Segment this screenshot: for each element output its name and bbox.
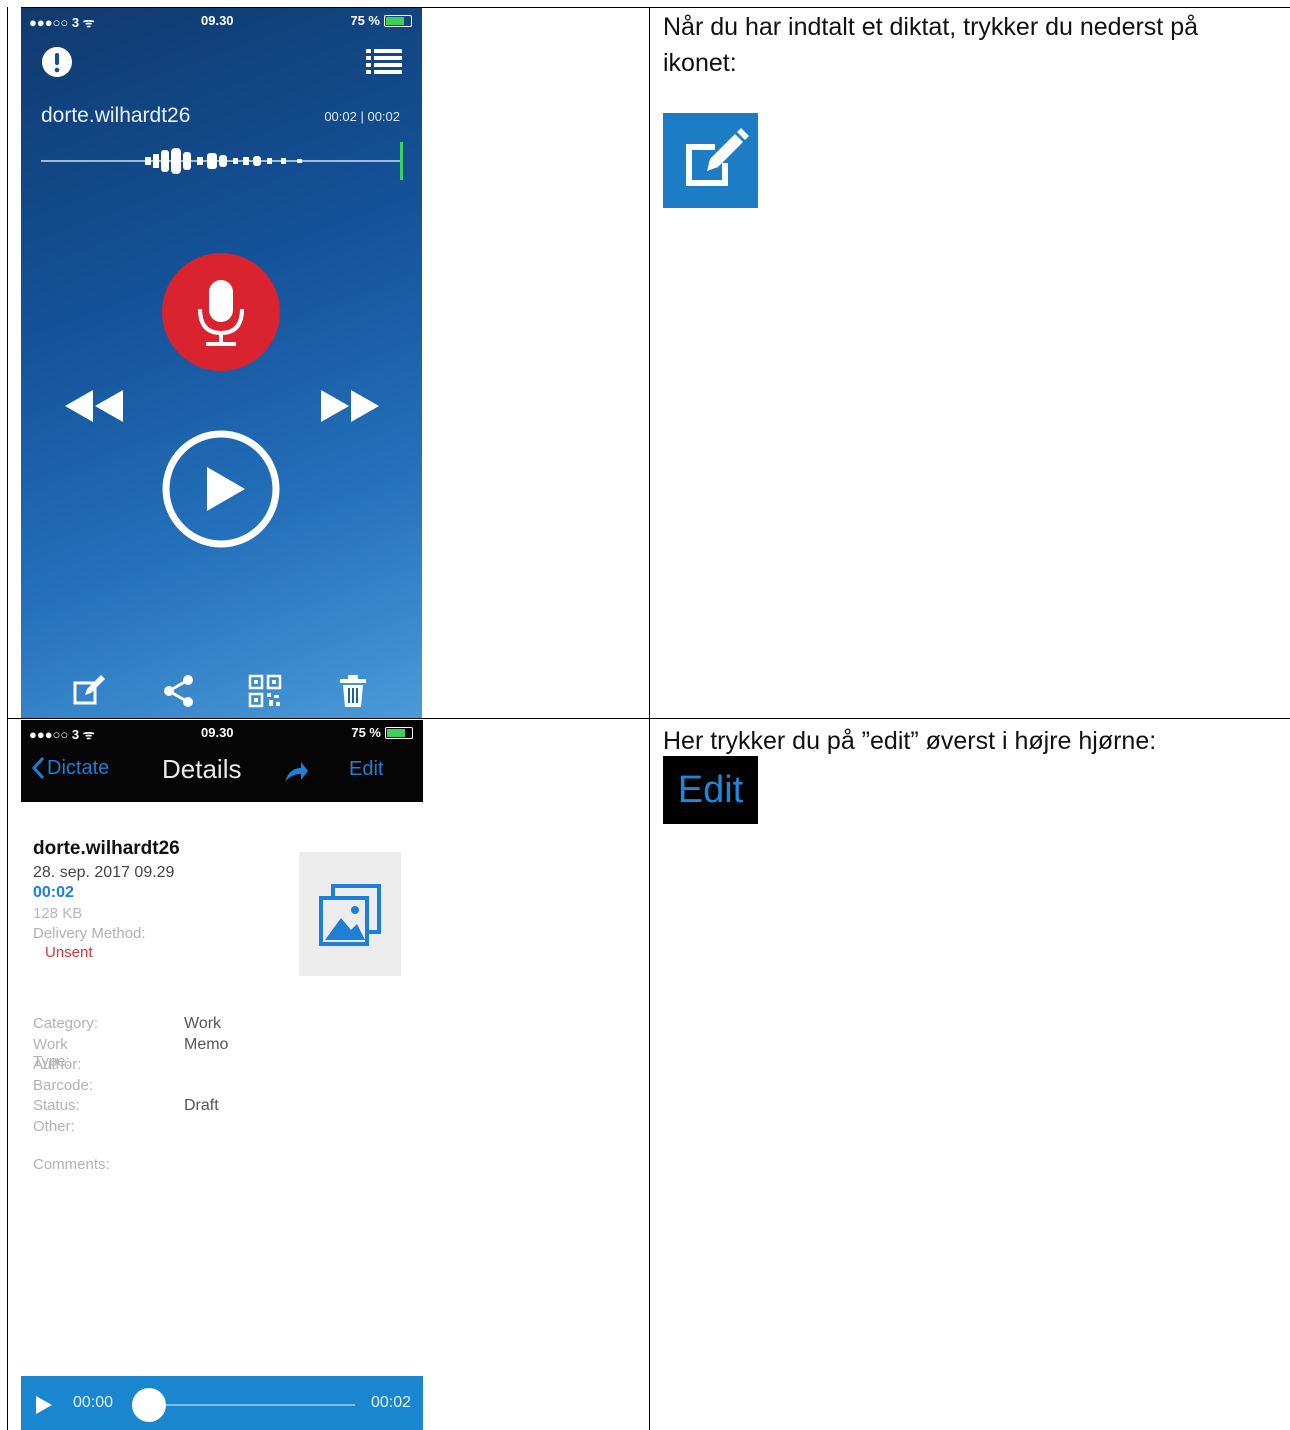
microphone-icon	[198, 280, 244, 346]
battery-icon	[385, 726, 413, 739]
battery-percent: 75 %	[350, 13, 380, 28]
image-attachment[interactable]	[299, 852, 401, 976]
forward-arrow-icon[interactable]	[283, 760, 309, 784]
battery-indicator: 75 %	[350, 13, 412, 28]
seek-track[interactable]	[149, 1404, 355, 1406]
signal-indicator: ●●●○○ 3 ᯤ	[29, 727, 95, 742]
status-time: 09.30	[201, 13, 234, 28]
play-icon[interactable]	[35, 1395, 53, 1415]
edit-icon[interactable]	[71, 673, 107, 709]
status-time: 09.30	[201, 725, 234, 740]
trash-icon[interactable]	[335, 673, 371, 709]
status-bar: ●●●○○ 3 ᯤ 09.30 75 %	[21, 720, 423, 746]
instruction-step-2: Her trykker du på ”edit” øverst i højre …	[663, 723, 1273, 759]
delivery-method-label: Delivery Method:	[33, 925, 146, 942]
rewind-icon[interactable]	[63, 386, 125, 426]
edit-icon	[686, 128, 749, 186]
edit-word-example: Edit	[663, 756, 758, 824]
play-icon[interactable]	[161, 429, 281, 549]
edit-tile	[663, 113, 758, 208]
details-screen: ●●●○○ 3 ᯤ 09.30 75 % Dictate Details Edi…	[21, 720, 423, 1430]
field-value: Memo	[184, 1035, 229, 1053]
instruction-text-2: Her trykker du på ”edit” øverst i højre …	[663, 727, 1157, 755]
comments-label: Comments:	[33, 1156, 110, 1173]
recording-time: 00:02 | 00:02	[324, 109, 400, 124]
nav-title: Details	[162, 754, 242, 784]
document-page: ●●●○○ 3 ᯤ 09.30 75 % dorte.wilhardt26 00…	[0, 0, 1290, 1430]
list-icon[interactable]	[366, 48, 402, 76]
seek-handle[interactable]	[132, 1388, 166, 1422]
image-gallery-icon	[319, 884, 381, 946]
back-label: Dictate	[47, 756, 110, 779]
dictation-name: dorte.wilhardt26	[33, 838, 180, 859]
record-button[interactable]	[162, 253, 280, 371]
dictation-duration: 00:02	[33, 884, 74, 901]
dictation-date: 28. sep. 2017 09.29	[33, 864, 175, 881]
delivery-status: Unsent	[45, 944, 93, 961]
current-time: 00:00	[73, 1394, 114, 1411]
nav-bar: Dictate Details Edit	[21, 750, 423, 796]
field-value: Work	[184, 1015, 222, 1032]
field-label: Barcode:	[33, 1076, 94, 1094]
playback-bar: 00:00 00:02	[21, 1376, 423, 1430]
battery-indicator: 75 %	[351, 725, 413, 740]
signal-indicator: ●●●○○ 3 ᯤ	[29, 15, 95, 30]
table-row-divider	[7, 718, 1290, 719]
status-bar: ●●●○○ 3 ᯤ 09.30 75 %	[21, 8, 422, 34]
instruction-text-1: Når du har indtalt et diktat, trykker du…	[663, 13, 1198, 77]
recording-name: dorte.wilhardt26	[41, 104, 191, 127]
dictation-size: 128 KB	[33, 905, 83, 922]
recorder-screen: ●●●○○ 3 ᯤ 09.30 75 % dorte.wilhardt26 00…	[21, 8, 422, 718]
edit-button[interactable]: Edit	[349, 758, 383, 781]
fast-forward-icon[interactable]	[319, 386, 381, 426]
field-label: Other:	[33, 1117, 75, 1135]
instruction-step-1: Når du har indtalt et diktat, trykker du…	[663, 9, 1273, 81]
field-label: Category:	[33, 1015, 99, 1032]
field-label: Status:	[33, 1097, 80, 1115]
waveform[interactable]	[41, 136, 405, 186]
field-label: Author:	[33, 1056, 82, 1074]
total-time: 00:02	[370, 1394, 411, 1411]
alert-icon[interactable]	[41, 46, 73, 78]
field-value: Draft	[184, 1097, 219, 1115]
qr-code-icon[interactable]	[247, 673, 283, 709]
back-button[interactable]: Dictate	[31, 756, 109, 780]
share-icon[interactable]	[160, 673, 196, 709]
details-header: ●●●○○ 3 ᯤ 09.30 75 % Dictate Details Edi…	[21, 720, 423, 802]
battery-icon	[384, 14, 412, 27]
chevron-left-icon	[31, 756, 45, 780]
battery-percent: 75 %	[351, 725, 381, 740]
